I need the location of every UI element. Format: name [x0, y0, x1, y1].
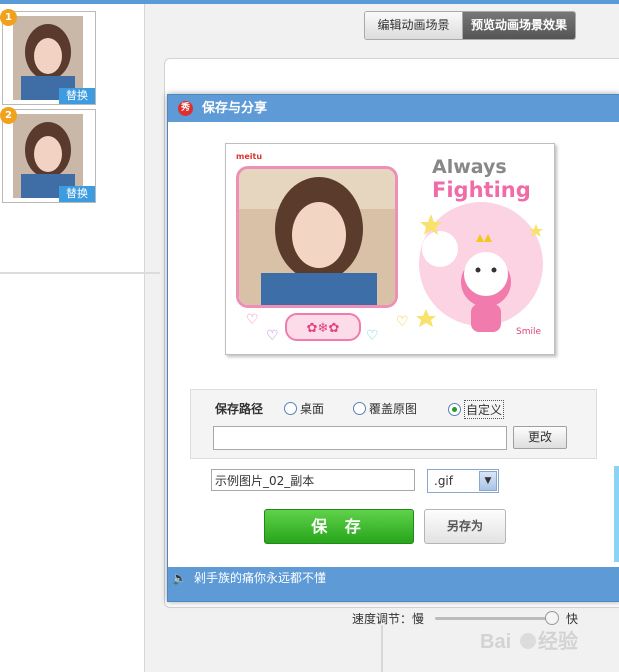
svg-text:♡: ♡	[246, 312, 259, 328]
svg-text:经验: 经验	[538, 629, 578, 653]
chevron-down-icon: ▼	[479, 471, 497, 491]
replace-button[interactable]: 替换	[59, 186, 95, 202]
side-accent	[614, 466, 619, 562]
svg-text:♡: ♡	[396, 314, 409, 330]
extension-value: .gif	[434, 474, 453, 488]
preview-image: meitu ✿❄✿ ♡ ♡ ♡ ♡ Smile Always Fighting	[225, 143, 555, 355]
radio-overwrite-label: 覆盖原图	[369, 402, 418, 416]
tab-preview-scene[interactable]: 预览动画场景效果	[463, 12, 575, 39]
sticker-text-always: Always	[432, 156, 507, 178]
svg-text:Smile: Smile	[516, 327, 541, 337]
svg-text:Bai: Bai	[480, 631, 511, 653]
divider	[0, 272, 160, 274]
radio-desktop[interactable]: 桌面	[284, 400, 324, 417]
dialog-title: 保存与分享	[202, 101, 268, 116]
dialog-footer: 🔈 剁手族的痛你永远都不懂	[168, 567, 619, 601]
save-button[interactable]: 保 存	[264, 509, 414, 544]
svg-text:♡: ♡	[266, 328, 279, 344]
tab-edit-scene[interactable]: 编辑动画场景	[365, 12, 463, 39]
filename-input[interactable]: 示例图片_02_副本	[211, 469, 415, 491]
meitu-logo-icon: 秀	[178, 101, 193, 116]
thumbnail-number-badge: 1	[0, 9, 17, 26]
scene-tabs: 编辑动画场景 预览动画场景效果	[364, 11, 576, 40]
speed-label: 速度调节：慢	[352, 612, 425, 626]
change-path-button[interactable]: 更改	[513, 426, 567, 449]
speed-fast-label: 快	[566, 612, 579, 626]
save-path-input[interactable]	[213, 426, 507, 450]
svg-text:✿❄✿: ✿❄✿	[307, 321, 340, 336]
speed-slider-handle[interactable]	[545, 611, 559, 625]
radio-overwrite[interactable]: 覆盖原图	[353, 400, 417, 417]
radio-custom[interactable]: 自定义	[448, 400, 505, 419]
radio-icon	[353, 402, 366, 415]
svg-text:♡: ♡	[366, 328, 379, 344]
sticker-text-fighting: Fighting	[432, 178, 531, 202]
radio-icon	[284, 402, 297, 415]
save-path-label: 保存路径	[215, 402, 264, 416]
speed-slider-track[interactable]	[435, 617, 553, 620]
baidu-watermark-logo: Bai 经验	[480, 629, 578, 653]
radio-checked-icon	[448, 403, 461, 416]
footer-tip-text[interactable]: 剁手族的痛你永远都不懂	[194, 567, 326, 589]
extension-select[interactable]: .gif ▼	[427, 469, 499, 493]
replace-button[interactable]: 替换	[59, 88, 95, 104]
radio-custom-label: 自定义	[464, 400, 505, 419]
thumbnail-1[interactable]: 1 替换	[0, 9, 96, 105]
divider	[381, 625, 383, 672]
thumbnail-number-badge: 2	[0, 107, 17, 124]
speaker-icon[interactable]: 🔈	[172, 567, 187, 589]
save-path-box: 保存路径 桌面 覆盖原图 自定义 更改	[190, 389, 597, 459]
save-as-button[interactable]: 另存为	[424, 509, 506, 544]
dialog-titlebar[interactable]: 秀 保存与分享	[168, 95, 619, 122]
thumbnail-panel: 1 替换 2 替换	[0, 4, 145, 672]
radio-desktop-label: 桌面	[300, 402, 325, 416]
save-share-dialog: 秀 保存与分享 meitu ✿❄✿ ♡ ♡ ♡ ♡ Smile Always F…	[167, 94, 619, 602]
thumbnail-2[interactable]: 2 替换	[0, 107, 96, 203]
